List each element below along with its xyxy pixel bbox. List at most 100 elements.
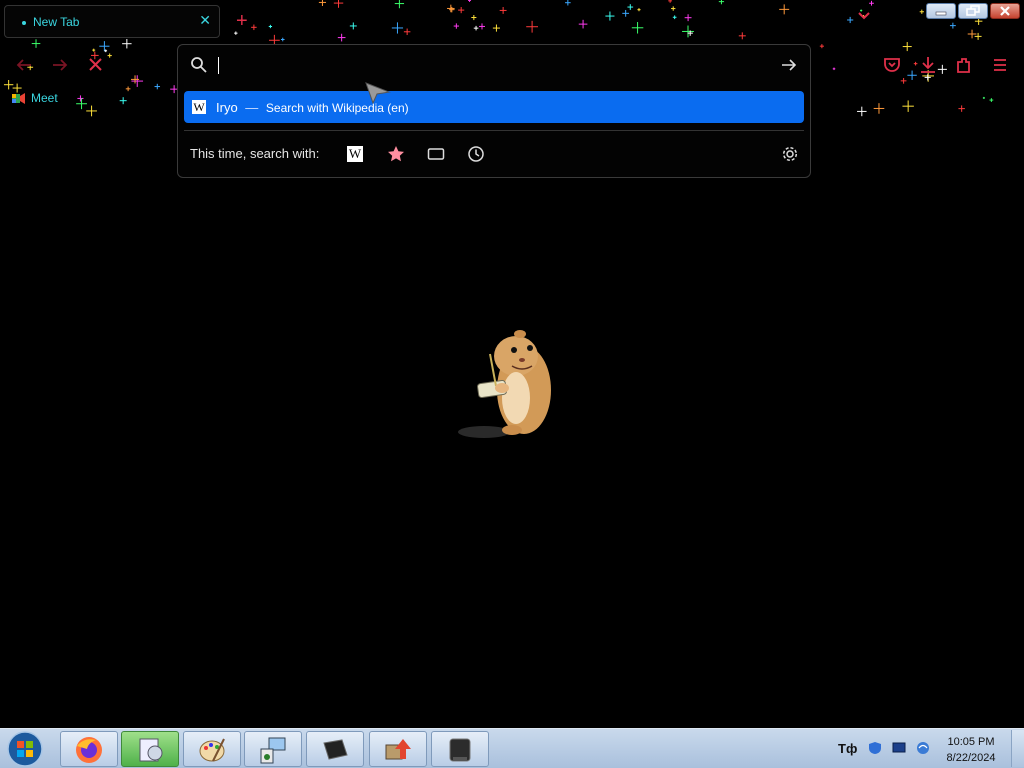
star-sparkle <box>280 37 285 42</box>
show-desktop-button[interactable] <box>1011 730 1024 767</box>
tabs-icon[interactable] <box>427 145 445 163</box>
firefox-icon <box>76 737 102 763</box>
search-icon <box>191 57 207 73</box>
taskbar-dark-app-button[interactable] <box>306 731 364 767</box>
start-button-windows-icon[interactable] <box>6 730 44 768</box>
text-caret <box>218 57 219 74</box>
star-sparkle <box>468 0 472 2</box>
search-suggestion-row[interactable]: W Iryo — Search with Wikipedia (en) <box>184 91 804 123</box>
star-sparkle <box>130 75 140 84</box>
taskbar-paint-button[interactable] <box>183 731 241 767</box>
star-sparkle <box>637 8 641 12</box>
tray-monitor-icon[interactable] <box>892 741 906 755</box>
star-sparkle <box>627 4 634 10</box>
star-sparkle <box>907 70 917 80</box>
star-sparkle <box>913 61 918 66</box>
taskbar-printer-app-button[interactable] <box>431 731 489 767</box>
star-sparkle <box>119 97 127 105</box>
back-arrow-icon[interactable] <box>14 56 34 74</box>
taskbar-upload-app-button[interactable] <box>369 731 427 767</box>
star-sparkle <box>92 48 96 52</box>
go-arrow-icon[interactable] <box>780 57 798 73</box>
bookmarks-star-icon[interactable] <box>387 145 405 163</box>
star-sparkle <box>958 105 965 112</box>
upload-app-icon <box>385 739 411 760</box>
window-restore-button[interactable] <box>958 3 988 19</box>
star-sparkle <box>900 78 907 84</box>
star-sparkle <box>565 0 571 6</box>
wikipedia-icon: W <box>192 100 206 114</box>
forward-arrow-icon[interactable] <box>50 56 70 74</box>
list-all-tabs-chevron-icon[interactable] <box>857 11 871 21</box>
star-sparkle <box>391 22 404 34</box>
star-sparkle <box>349 22 357 30</box>
one-off-wikipedia-icon[interactable]: W <box>347 146 363 162</box>
star-sparkle <box>333 0 344 8</box>
star-sparkle <box>337 33 346 42</box>
star-sparkle <box>902 42 912 52</box>
star-sparkle <box>31 39 41 48</box>
paint-palette-icon <box>199 738 225 762</box>
star-sparkle <box>77 95 84 102</box>
network-setup-icon <box>260 737 286 764</box>
extensions-icon[interactable] <box>954 55 974 75</box>
suggestion-separator: — <box>245 100 259 115</box>
taskbar-media-app-button[interactable] <box>121 731 179 767</box>
url-input[interactable] <box>216 54 760 78</box>
star-sparkle <box>499 6 507 14</box>
star-sparkle <box>449 6 455 13</box>
mouse-pointer-icon <box>365 82 391 104</box>
taskbar-network-setup-button[interactable] <box>244 731 302 767</box>
star-sparkle <box>394 0 405 9</box>
star-sparkle <box>873 103 885 114</box>
star-sparkle <box>919 9 924 14</box>
taskbar-firefox-button[interactable] <box>60 731 118 767</box>
tab-new-tab[interactable]: New Tab ✕ <box>4 5 220 38</box>
star-sparkle <box>578 19 588 29</box>
star-sparkle <box>318 0 327 6</box>
star-sparkle <box>447 4 455 13</box>
star-sparkle <box>631 22 644 34</box>
urlbar-panel: W Iryo — Search with Wikipedia (en) This… <box>177 44 811 178</box>
window-close-button[interactable] <box>990 3 1020 19</box>
star-sparkle <box>989 98 994 102</box>
star-sparkle <box>779 4 790 15</box>
star-sparkle <box>99 41 110 52</box>
bookmark-meet[interactable]: Meet <box>12 91 58 105</box>
star-sparkle <box>937 64 947 74</box>
star-sparkle <box>268 24 273 29</box>
star-sparkle <box>471 14 477 21</box>
star-sparkle <box>125 86 131 92</box>
taskbar: Тф 10:05 PM 8/22/2024 <box>0 728 1024 768</box>
menu-icon[interactable] <box>990 55 1010 75</box>
tab-close-icon[interactable]: ✕ <box>199 12 211 29</box>
star-sparkle <box>949 22 956 29</box>
star-sparkle <box>76 98 87 110</box>
stop-loading-close-icon[interactable] <box>86 56 106 74</box>
clock-time[interactable]: 10:05 PM <box>940 736 1002 748</box>
new-tab-button[interactable]: + <box>236 10 248 33</box>
download-icon[interactable] <box>918 55 938 75</box>
tray-network-icon[interactable] <box>916 741 930 755</box>
star-sparkle <box>473 25 479 31</box>
star-sparkle <box>738 32 746 40</box>
star-sparkle <box>107 53 112 58</box>
star-sparkle <box>857 106 867 117</box>
star-sparkle <box>605 11 615 21</box>
clock-date[interactable]: 8/22/2024 <box>940 752 1002 764</box>
window-minimize-button[interactable] <box>926 3 956 19</box>
history-clock-icon[interactable] <box>467 145 485 163</box>
star-sparkle <box>453 23 460 29</box>
tab-loading-dot <box>22 21 26 25</box>
tray-shield-icon[interactable] <box>868 741 882 755</box>
one-off-label: This time, search with: <box>190 146 320 161</box>
star-sparkle <box>718 0 725 5</box>
pocket-icon[interactable] <box>882 55 902 75</box>
star-sparkle <box>526 20 538 33</box>
tray-language-indicator[interactable]: Тф <box>838 741 857 756</box>
search-settings-gear-icon[interactable] <box>781 145 799 163</box>
star-sparkle <box>3 80 14 90</box>
star-sparkle <box>122 38 132 49</box>
star-sparkle <box>154 83 161 90</box>
star-sparkle <box>251 24 257 31</box>
